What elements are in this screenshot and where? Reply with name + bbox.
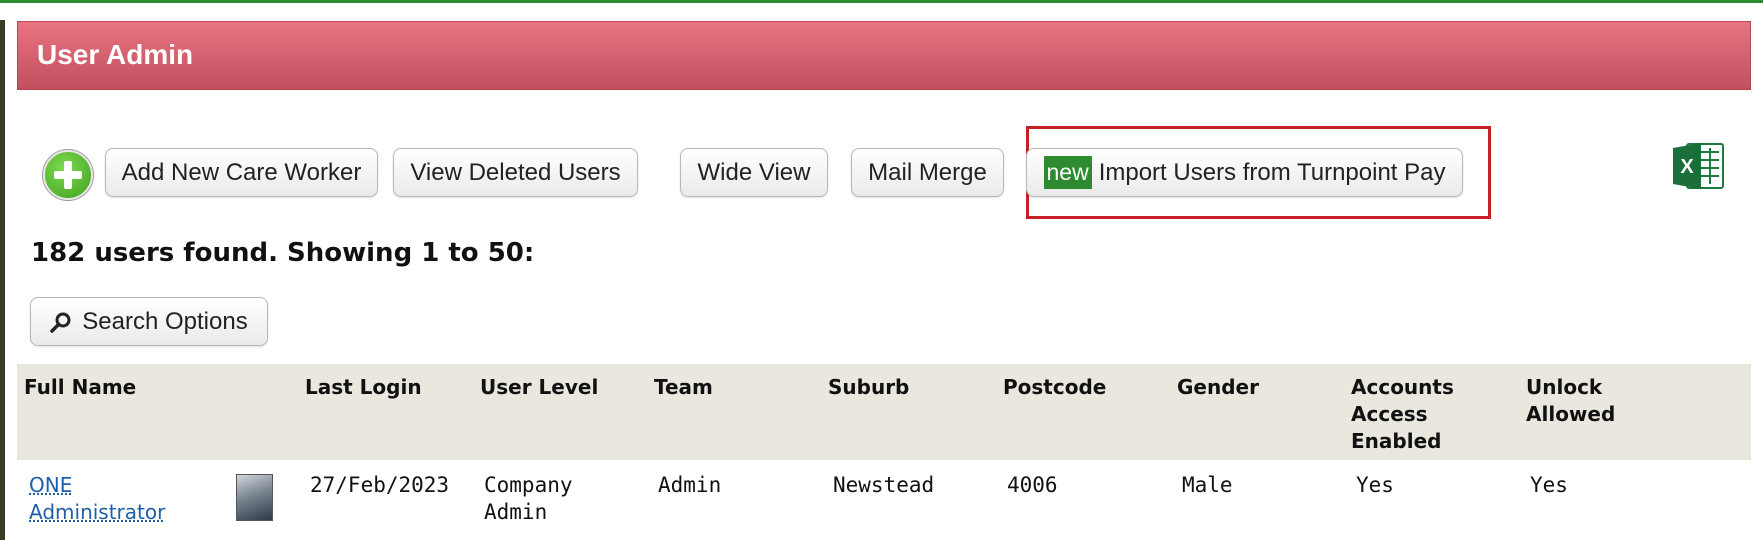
view-deleted-users-button[interactable]: View Deleted Users [393,148,638,197]
left-edge-strip [0,20,5,540]
cell-unlock-allowed: Yes [1530,473,1568,497]
excel-icon[interactable]: X [1671,140,1727,192]
col-user-level[interactable]: User Level [480,374,598,401]
page-title: User Admin [37,39,194,70]
col-suburb[interactable]: Suburb [828,374,909,401]
col-accounts-access-enabled[interactable]: Accounts Access Enabled [1351,374,1461,455]
cell-postcode: 4006 [1007,473,1058,497]
view-deleted-users-label: View Deleted Users [410,158,621,186]
new-badge: new [1043,156,1092,189]
wide-view-button[interactable]: Wide View [680,148,828,197]
user-name-link[interactable]: ONE Administrator [29,473,165,524]
results-count: 182 users found. Showing 1 to 50: [31,238,535,268]
add-new-care-worker-label: Add New Care Worker [121,158,362,186]
table-header: Full Name Last Login User Level Team Sub… [17,364,1751,460]
wide-view-label: Wide View [697,158,811,186]
cell-team: Admin [658,473,722,497]
cell-accounts-access-enabled: Yes [1356,473,1394,497]
mail-merge-button[interactable]: Mail Merge [851,148,1004,197]
panel-header: User Admin [17,21,1751,90]
search-icon [50,312,71,333]
search-options-button[interactable]: Search Options [30,297,268,346]
cell-user-level: Company Admin [484,473,573,524]
cell-last-login: 27/Feb/2023 [310,473,450,497]
col-postcode[interactable]: Postcode [1003,374,1106,401]
mail-merge-label: Mail Merge [868,158,987,186]
plus-circle-icon[interactable] [43,150,93,200]
cell-suburb: Newstead [833,473,935,497]
top-rule [0,0,1763,3]
col-unlock-allowed[interactable]: Unlock Allowed [1526,374,1636,428]
add-new-care-worker-button[interactable]: Add New Care Worker [105,148,378,197]
col-gender[interactable]: Gender [1177,374,1259,401]
import-users-button[interactable]: new Import Users from Turnpoint Pay [1026,148,1463,197]
col-team[interactable]: Team [654,374,713,401]
avatar [236,474,273,521]
search-options-label: Search Options [82,307,248,335]
col-full-name[interactable]: Full Name [24,374,136,401]
svg-text:X: X [1680,156,1694,178]
import-users-label: Import Users from Turnpoint Pay [1098,158,1446,186]
cell-gender: Male [1182,473,1233,497]
col-last-login[interactable]: Last Login [305,374,422,401]
